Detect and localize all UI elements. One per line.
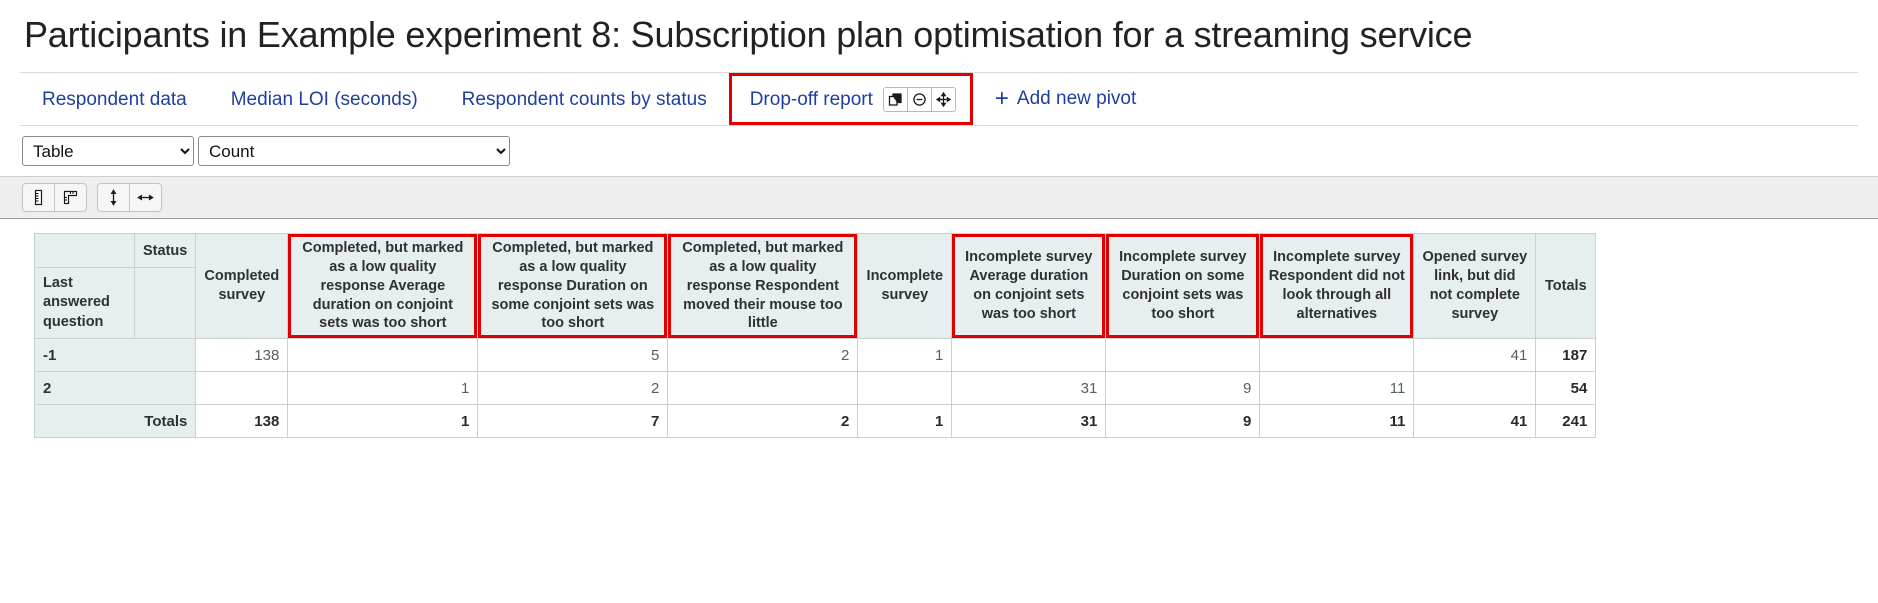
cell-value: 1	[857, 338, 953, 373]
tab-label: Median LOI (seconds)	[230, 88, 418, 110]
cell-value: 31	[951, 371, 1107, 406]
column-header-lowquality-duration-some[interactable]: Completed, but marked as a low quality r…	[477, 232, 669, 340]
cell-value: 2	[667, 338, 859, 373]
cell-total: 1	[857, 404, 953, 439]
cell-value	[1413, 371, 1537, 406]
table-body: -1 138 5 2 1 41 187 2 1 2 31 9 11 54 Tot…	[33, 338, 1597, 439]
add-new-pivot-button[interactable]: + Add new pivot	[973, 73, 1158, 125]
page-title: Participants in Example experiment 8: Su…	[24, 14, 1473, 55]
cell-value	[1259, 338, 1415, 373]
row-label: 2	[33, 371, 197, 406]
cell-value	[287, 338, 479, 373]
column-header-incomplete-survey[interactable]: Incomplete survey	[857, 232, 953, 340]
table-row-totals: Totals 138 1 7 2 1 31 9 11 41 241	[33, 404, 1597, 439]
tab-drop-off-report[interactable]: Drop-off report	[728, 73, 973, 125]
table-row: -1 138 5 2 1 41 187	[33, 338, 1597, 373]
duplicate-icon[interactable]	[882, 86, 908, 112]
page-root: Participants in Example experiment 8: Su…	[0, 0, 1878, 603]
cell-value: 5	[477, 338, 669, 373]
cell-grand-total: 241	[1535, 404, 1597, 439]
column-header-lowquality-mouse[interactable]: Completed, but marked as a low quality r…	[667, 232, 859, 340]
cell-value: 11	[1259, 371, 1415, 406]
cell-total: 9	[1105, 404, 1261, 439]
column-header-lowquality-avg-duration[interactable]: Completed, but marked as a low quality r…	[287, 232, 479, 340]
pivot-tabbar: Respondent data Median LOI (seconds) Res…	[0, 73, 1878, 125]
fit-button-group	[97, 183, 162, 212]
tab-action-icons	[882, 86, 956, 112]
column-header-opened-link[interactable]: Opened survey link, but did not complete…	[1413, 232, 1537, 340]
cell-value	[951, 338, 1107, 373]
tab-median-loi[interactable]: Median LOI (seconds)	[209, 73, 440, 125]
cell-value: 1	[287, 371, 479, 406]
cell-value	[667, 371, 859, 406]
move-icon[interactable]	[930, 86, 956, 112]
tab-respondent-data[interactable]: Respondent data	[20, 73, 209, 125]
fit-width-icon[interactable]	[129, 183, 162, 212]
cell-value: 2	[477, 371, 669, 406]
column-header-incomplete-alternatives[interactable]: Incomplete survey Respondent did not loo…	[1259, 232, 1415, 340]
tab-label: Respondent data	[42, 88, 187, 110]
column-ruler-icon[interactable]	[22, 183, 55, 212]
cell-total: 41	[1413, 404, 1537, 439]
corner-last-answered-question: Last answered question	[34, 266, 135, 340]
cell-total: 2	[667, 404, 859, 439]
metric-select[interactable]: Count	[198, 136, 510, 166]
cell-total: 7	[477, 404, 669, 439]
column-header-incomplete-avg-duration[interactable]: Incomplete survey Average duration on co…	[951, 232, 1107, 340]
pivot-table-container: Status Completed survey Completed, but m…	[0, 219, 1878, 439]
cell-row-total: 187	[1535, 338, 1597, 373]
remove-circle-icon[interactable]	[906, 86, 932, 112]
plus-icon: +	[994, 85, 1009, 112]
view-type-select[interactable]: Table	[22, 136, 194, 166]
corner-status-label: Status	[133, 233, 197, 268]
cell-value	[857, 371, 953, 406]
row-ruler-icon[interactable]	[54, 183, 87, 212]
tab-label: Drop-off report	[749, 88, 873, 110]
add-new-pivot-label: Add new pivot	[1016, 88, 1137, 109]
row-label-totals: Totals	[33, 404, 197, 439]
tab-respondent-counts-by-status[interactable]: Respondent counts by status	[440, 73, 729, 125]
corner-blank-2	[133, 266, 197, 340]
cell-total: 31	[951, 404, 1107, 439]
cell-value	[1105, 338, 1261, 373]
table-toolbar	[0, 176, 1878, 219]
cell-total: 138	[195, 404, 289, 439]
column-header-totals: Totals	[1535, 232, 1597, 340]
cell-value: 9	[1105, 371, 1261, 406]
pivot-table: Status Completed survey Completed, but m…	[33, 232, 1597, 439]
sizing-button-group	[22, 183, 87, 212]
cell-value	[195, 371, 289, 406]
pivot-controls: Table Count	[0, 126, 1878, 176]
cell-total: 1	[287, 404, 479, 439]
row-label: -1	[33, 338, 197, 373]
table-row: 2 1 2 31 9 11 54	[33, 371, 1597, 406]
tab-label: Respondent counts by status	[461, 88, 707, 110]
cell-value: 138	[195, 338, 289, 373]
table-head: Status Completed survey Completed, but m…	[34, 232, 1597, 340]
fit-height-icon[interactable]	[97, 183, 130, 212]
cell-value: 41	[1413, 338, 1537, 373]
cell-row-total: 54	[1535, 371, 1597, 406]
cell-total: 11	[1259, 404, 1415, 439]
column-header-completed-survey[interactable]: Completed survey	[195, 232, 289, 340]
column-header-incomplete-duration-some[interactable]: Incomplete survey Duration on some conjo…	[1105, 232, 1261, 340]
corner-blank	[34, 233, 135, 268]
header-row-top: Status Completed survey Completed, but m…	[34, 232, 1597, 340]
